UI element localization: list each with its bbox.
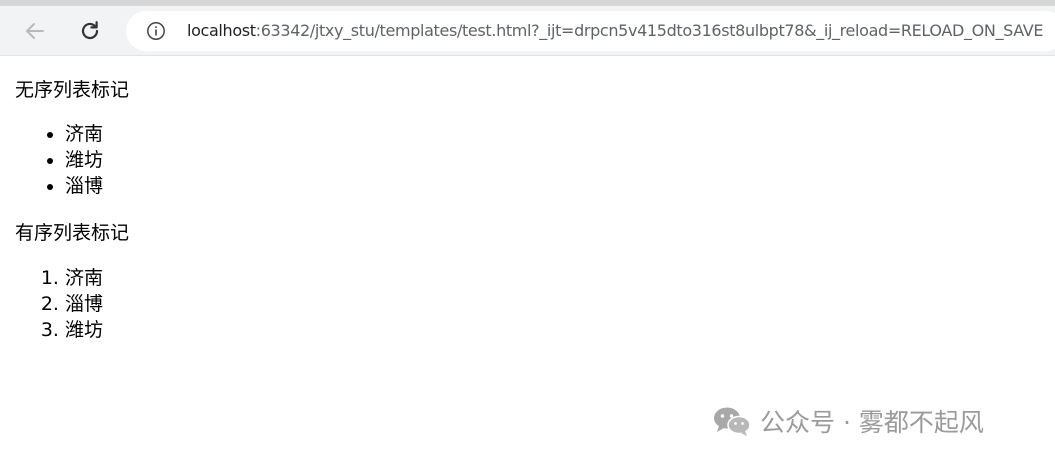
url-text[interactable]: localhost:63342/jtxy_stu/templates/test.… (187, 11, 1044, 51)
browser-window: localhost:63342/jtxy_stu/templates/test.… (0, 0, 1055, 464)
back-button[interactable] (19, 15, 51, 47)
list-item: 济南 (65, 121, 103, 147)
ordered-list: 济南 淄博 潍坊 (0, 265, 103, 343)
watermark: 公众号 · 雾都不起风 (712, 403, 984, 439)
list-item: 潍坊 (65, 147, 103, 173)
page-content: 无序列表标记 济南 潍坊 淄博 有序列表标记 济南 淄博 潍坊 公众号 · 雾都… (0, 56, 1055, 464)
unordered-list: 济南 潍坊 淄博 (0, 121, 103, 199)
url-path: :63342/jtxy_stu/templates/test.html?_ijt… (255, 21, 1044, 40)
back-arrow-icon (26, 23, 44, 39)
list-item: 淄博 (65, 291, 103, 317)
list-item: 淄博 (65, 173, 103, 199)
wechat-icon (714, 407, 751, 436)
info-icon[interactable] (146, 21, 166, 41)
list-item: 潍坊 (65, 317, 103, 343)
reload-icon (81, 21, 99, 40)
reload-button[interactable] (74, 15, 106, 47)
list-item: 济南 (65, 265, 103, 291)
browser-toolbar: localhost:63342/jtxy_stu/templates/test.… (0, 6, 1055, 56)
ordered-list-heading: 有序列表标记 (15, 222, 130, 244)
url-host: localhost (187, 21, 256, 40)
unordered-list-heading: 无序列表标记 (15, 79, 130, 101)
watermark-text: 公众号 · 雾都不起风 (760, 408, 984, 437)
address-bar[interactable]: localhost:63342/jtxy_stu/templates/test.… (126, 11, 1055, 51)
